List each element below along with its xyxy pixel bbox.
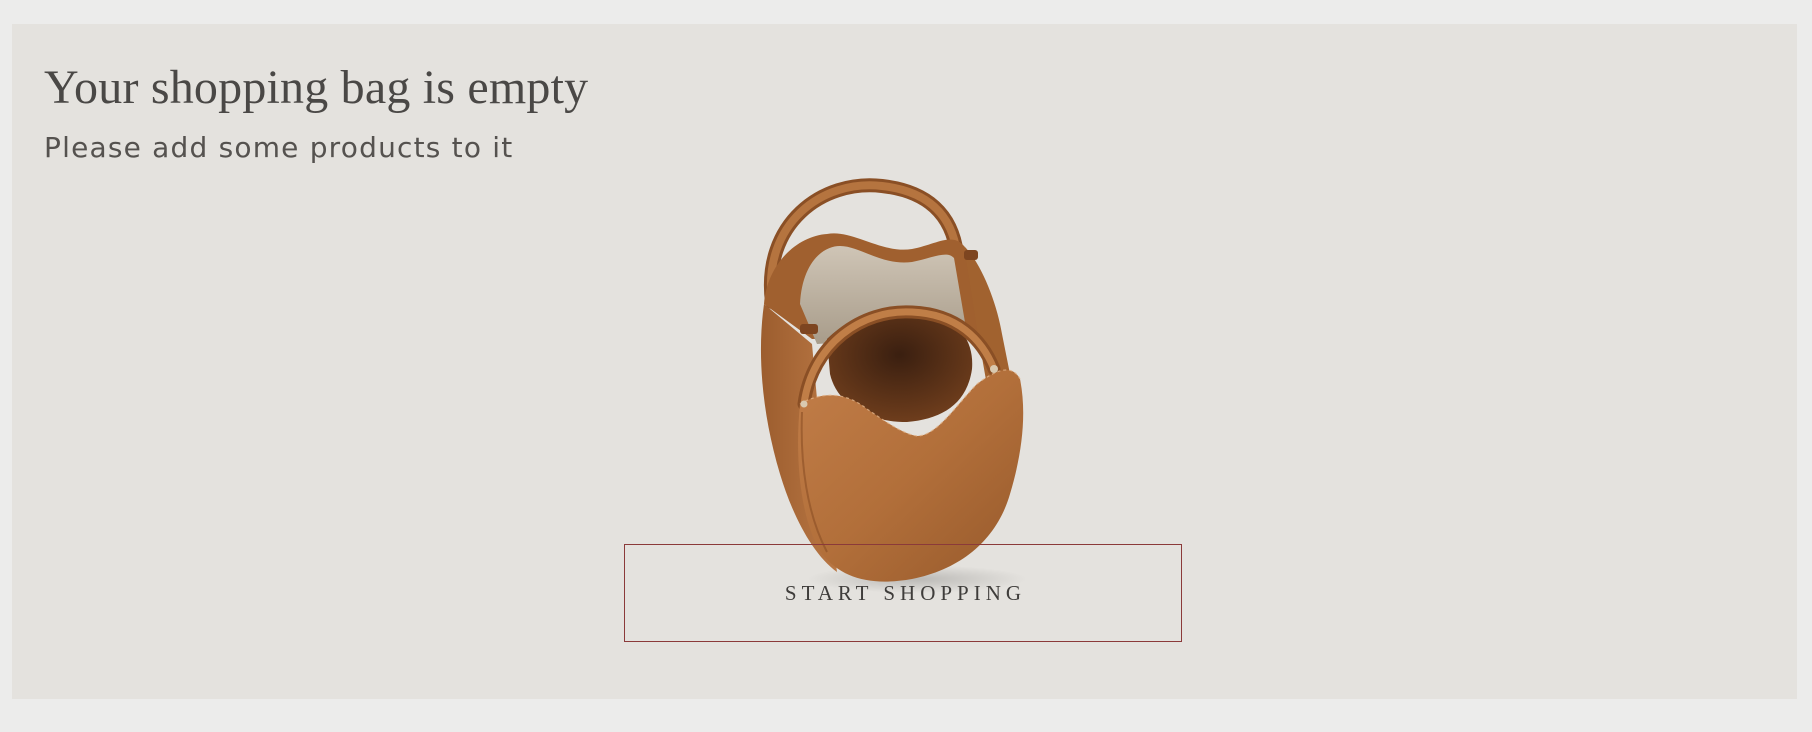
leather-bucket-bag-image bbox=[742, 154, 1092, 594]
empty-bag-panel: Your shopping bag is empty Please add so… bbox=[12, 24, 1797, 699]
page-title: Your shopping bag is empty bbox=[44, 61, 589, 114]
page-subtitle: Please add some products to it bbox=[44, 131, 514, 164]
start-shopping-label: START SHOPPING bbox=[784, 580, 1027, 605]
start-shopping-button[interactable]: START SHOPPING bbox=[624, 544, 1182, 642]
